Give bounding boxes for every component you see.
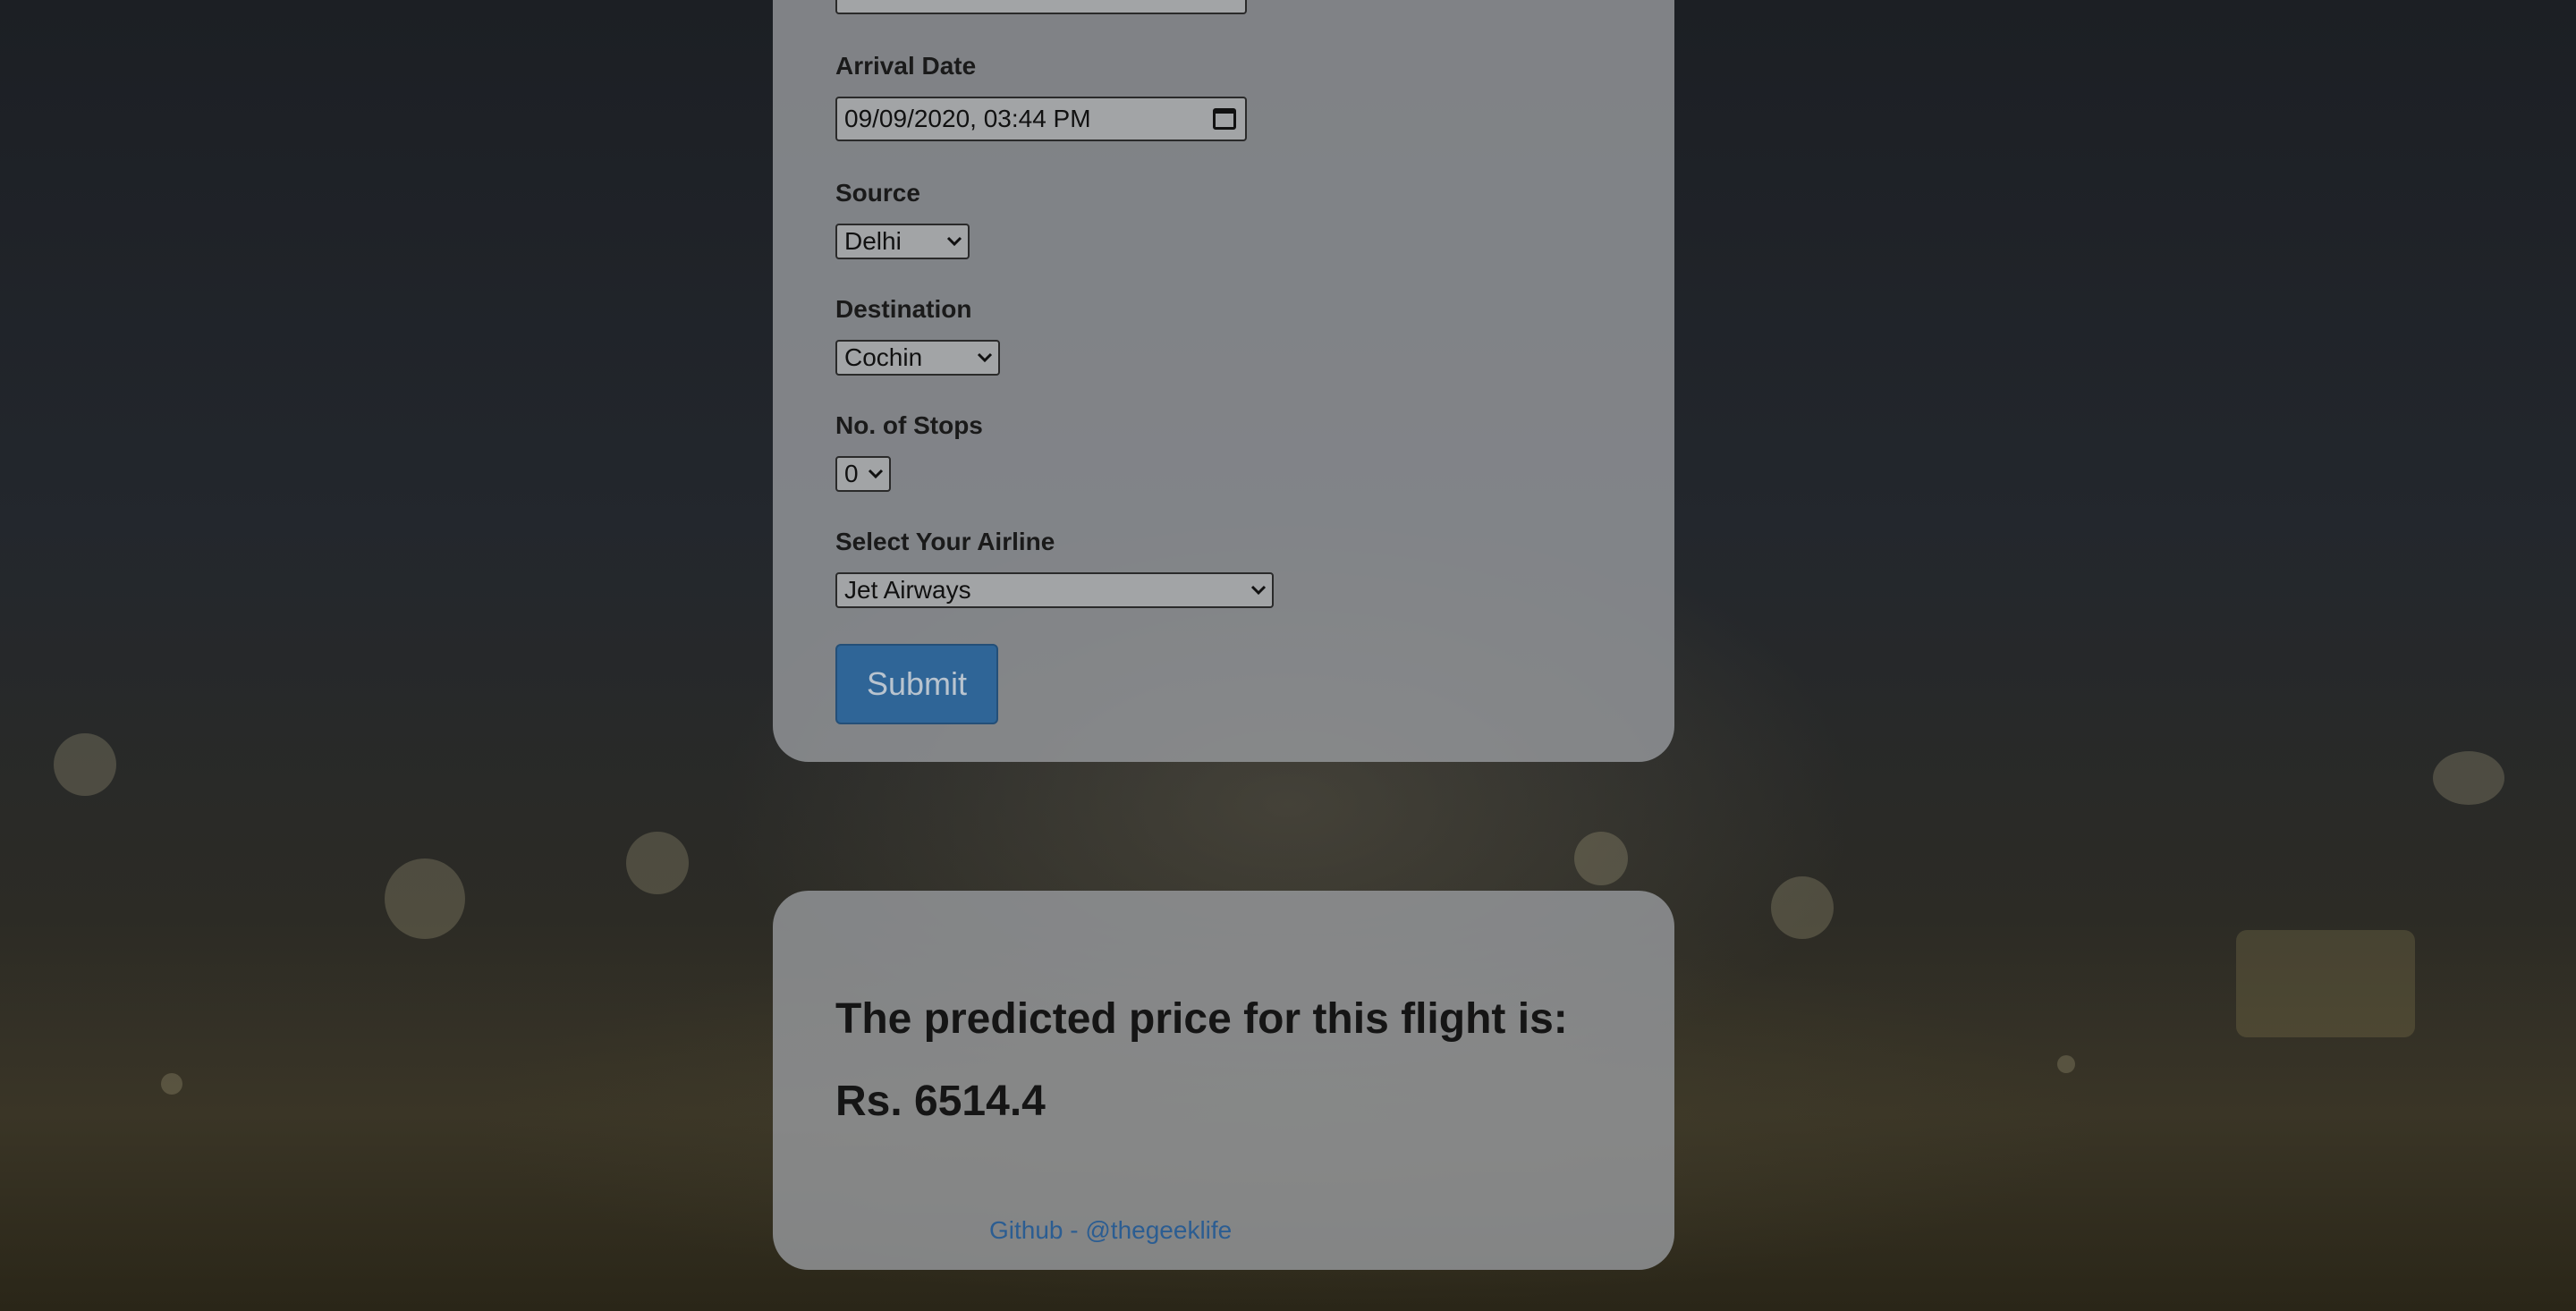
- stops-label: No. of Stops: [835, 411, 983, 439]
- predicted-price: Rs. 6514.4: [835, 1078, 1046, 1125]
- arrival-date-input[interactable]: 09/09/2020, 03:44 PM: [835, 97, 1247, 141]
- destination-value: Cochin: [844, 343, 923, 371]
- airline-label: Select Your Airline: [835, 528, 1055, 555]
- chevron-down-icon: [941, 225, 968, 258]
- airline-value: Jet Airways: [844, 576, 971, 604]
- source-select[interactable]: Delhi: [835, 224, 970, 259]
- departure-date-input[interactable]: [835, 0, 1247, 14]
- github-link[interactable]: Github - @thegeeklife: [989, 1216, 1232, 1245]
- arrival-date-value: 09/09/2020, 03:44 PM: [844, 105, 1091, 132]
- chevron-down-icon: [862, 458, 889, 490]
- prediction-result-card: The predicted price for this flight is: …: [773, 891, 1674, 1270]
- source-label: Source: [835, 179, 920, 207]
- calendar-icon[interactable]: [1213, 108, 1236, 130]
- source-value: Delhi: [844, 227, 902, 255]
- submit-button[interactable]: Submit: [835, 644, 998, 724]
- prediction-heading: The predicted price for this flight is:: [835, 995, 1568, 1043]
- chevron-down-icon: [1245, 574, 1272, 606]
- stops-value: 0: [844, 460, 859, 487]
- airline-select[interactable]: Jet Airways: [835, 572, 1274, 608]
- stops-select[interactable]: 0: [835, 456, 891, 492]
- destination-label: Destination: [835, 295, 972, 323]
- chevron-down-icon: [971, 342, 998, 374]
- destination-select[interactable]: Cochin: [835, 340, 1000, 376]
- arrival-date-label: Arrival Date: [835, 52, 977, 80]
- flight-form-card: Arrival Date 09/09/2020, 03:44 PM Source…: [773, 0, 1674, 762]
